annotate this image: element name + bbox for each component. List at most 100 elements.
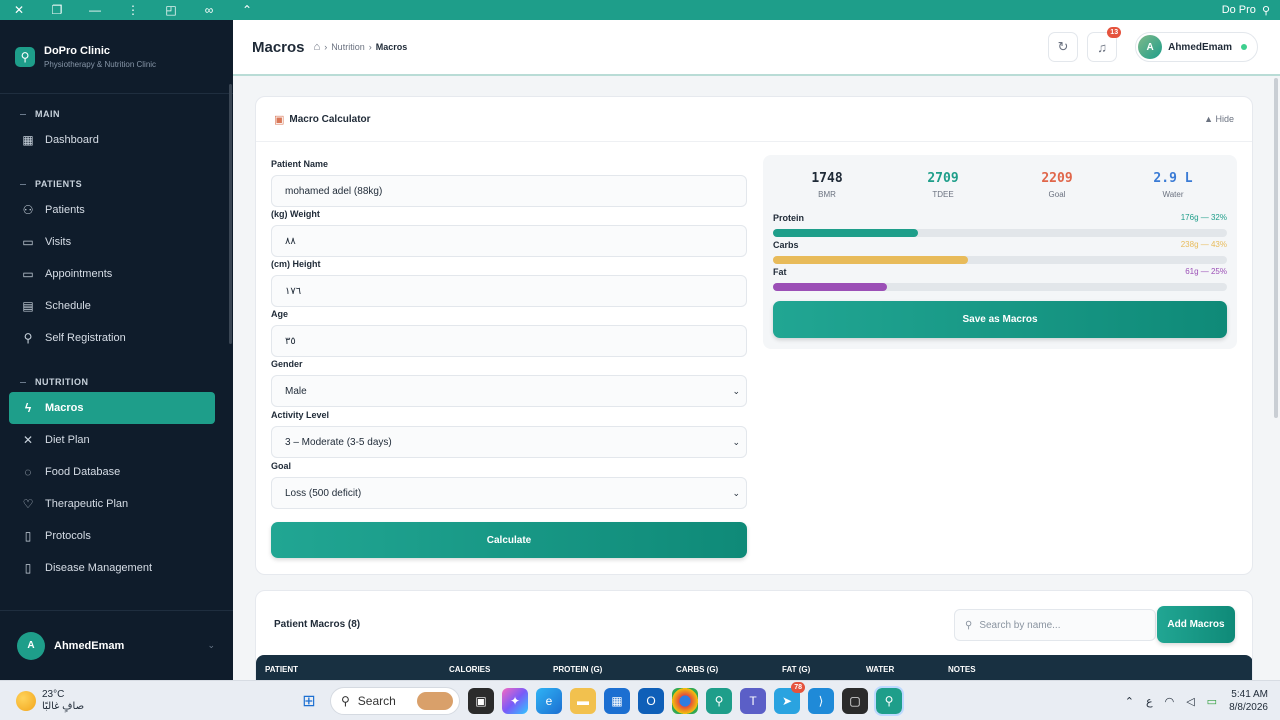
sidebar-item-therapeutic-plan[interactable]: ♡ Therapeutic Plan bbox=[0, 488, 233, 520]
chrome-icon[interactable] bbox=[672, 688, 698, 714]
sidebar-item-self-registration[interactable]: ⚲ Self Registration bbox=[0, 322, 233, 354]
wifi-icon[interactable]: ◠ bbox=[1165, 695, 1175, 708]
start-icon[interactable]: ⊞ bbox=[296, 688, 322, 714]
close-icon[interactable]: ✕ bbox=[9, 0, 29, 20]
vscode-icon[interactable]: ⟩ bbox=[808, 688, 834, 714]
user-plus-icon: ⚲ bbox=[23, 331, 33, 345]
weight-input[interactable]: ٨٨ bbox=[271, 225, 747, 257]
bolt-icon: ϟ bbox=[24, 401, 32, 415]
weather-icon bbox=[16, 690, 36, 711]
dopro-active-icon[interactable]: ⚲ bbox=[874, 686, 904, 716]
save-macros-button[interactable]: Save as Macros bbox=[773, 301, 1227, 338]
sidebar-item-food-database[interactable]: ◌ Food Database bbox=[0, 456, 233, 488]
window-title: Do Pro bbox=[1221, 4, 1256, 16]
battery-icon[interactable]: ▭ bbox=[1207, 695, 1217, 708]
section-patients: PATIENTS bbox=[0, 174, 233, 194]
col-carbs[interactable]: CARBS (G) bbox=[676, 665, 718, 674]
col-notes[interactable]: NOTES bbox=[948, 665, 976, 674]
age-input[interactable]: ٣٥ bbox=[271, 325, 747, 357]
system-tray: ⌃ ع ◠ ◁ ▭ 5:41 AM 8/8/2026 bbox=[1125, 681, 1268, 720]
file-explorer-icon[interactable]: ▬ bbox=[570, 688, 596, 714]
patient-macros-title: Patient Macros (8) bbox=[274, 619, 361, 630]
patient-name-input[interactable]: mohamed adel (88kg) bbox=[271, 175, 747, 207]
store-icon[interactable]: ▦ bbox=[604, 688, 630, 714]
hide-toggle[interactable]: ▲ Hide bbox=[1204, 114, 1234, 124]
volume-icon[interactable]: ◁ bbox=[1186, 695, 1194, 708]
height-input[interactable]: ١٧٦ bbox=[271, 275, 747, 307]
sidebar-item-protocols[interactable]: ▯ Protocols bbox=[0, 520, 233, 552]
sidebar-item-visits[interactable]: ▭ Visits bbox=[0, 226, 233, 258]
glasses-icon[interactable]: ∞ bbox=[199, 0, 219, 20]
breadcrumb: ⌂ › Nutrition › Macros bbox=[313, 41, 408, 53]
clock[interactable]: 5:41 AM 8/8/2026 bbox=[1229, 688, 1268, 714]
chevron-down-icon: ⌄ bbox=[732, 487, 740, 498]
avatar: A bbox=[17, 631, 45, 660]
language-indicator[interactable]: ع bbox=[1146, 695, 1153, 708]
brand-name: DoPro Clinic bbox=[44, 44, 111, 57]
macro-bar-fat: Fat 61g — 25% bbox=[773, 267, 1227, 291]
chevron-up-icon[interactable]: ⌃ bbox=[1125, 695, 1134, 708]
terminal-icon[interactable]: ▢ bbox=[842, 688, 868, 714]
col-patient[interactable]: PATIENT bbox=[265, 665, 298, 674]
restore-icon[interactable]: ❐ bbox=[47, 0, 67, 20]
table-header: PATIENT CALORIES PROTEIN (G) CARBS (G) F… bbox=[256, 655, 1252, 680]
sidebar-item-patients[interactable]: ⚇ Patients bbox=[0, 194, 233, 226]
teams-icon[interactable]: T bbox=[740, 688, 766, 714]
macro-calculator-card: ▣ Macro Calculator ▲ Hide Patient Name m… bbox=[255, 96, 1253, 575]
patient-macros-card: Patient Macros (8) ⚲ Search by name... A… bbox=[255, 590, 1253, 680]
breadcrumb-nutrition[interactable]: Nutrition bbox=[331, 42, 365, 52]
carbs-fill bbox=[773, 256, 969, 264]
sidebar-item-diet-plan[interactable]: ✕ Diet Plan bbox=[0, 424, 233, 456]
age-label: Age bbox=[271, 309, 289, 319]
col-calories[interactable]: CALORIES bbox=[449, 665, 490, 674]
activity-select[interactable]: 3 – Moderate (3-5 days) ⌄ bbox=[271, 426, 747, 458]
sidebar-item-macros[interactable]: ϟ Macros bbox=[9, 392, 215, 424]
stat-water: 2.9 L Water bbox=[1153, 171, 1193, 199]
results-panel: 1748 BMR 2709 TDEE 2209 Goal 2.9 L Water… bbox=[763, 155, 1237, 349]
main-content: ▣ Macro Calculator ▲ Hide Patient Name m… bbox=[233, 78, 1280, 680]
refresh-button[interactable]: ↻ bbox=[1048, 32, 1079, 62]
macro-bar-protein: Protein 176g — 32% bbox=[773, 213, 1227, 237]
telegram-icon[interactable]: ➤ 78 bbox=[774, 682, 805, 714]
dashboard-icon: ▦ bbox=[22, 133, 34, 147]
sidebar-item-appointments[interactable]: ▭ Appointments bbox=[0, 258, 233, 290]
protein-fill bbox=[773, 229, 919, 237]
minimize-icon[interactable]: — bbox=[85, 0, 105, 20]
taskbar: 23°C صافٍ غالبًا ⊞ ⚲ Search ▣ ✦ e ▬ ▦ O … bbox=[0, 680, 1280, 720]
app-logo-icon: ⚲ bbox=[1261, 4, 1270, 17]
calculate-button[interactable]: Calculate bbox=[271, 522, 747, 558]
activity-label: Activity Level bbox=[271, 410, 330, 420]
brand-subtitle: Physiotherapy & Nutrition Clinic bbox=[44, 59, 157, 69]
sidebar-item-schedule[interactable]: ▤ Schedule bbox=[0, 290, 233, 322]
calendar-check-icon: ▭ bbox=[22, 267, 34, 281]
stat-tdee: 2709 TDEE bbox=[927, 171, 959, 199]
col-water[interactable]: WATER bbox=[866, 665, 894, 674]
search-input[interactable]: ⚲ Search by name... bbox=[954, 609, 1156, 641]
utensils-icon: ✕ bbox=[22, 433, 34, 447]
more-icon[interactable]: ⋮ bbox=[123, 0, 143, 20]
user-menu[interactable]: A AhmedEmam bbox=[1135, 32, 1258, 62]
sidebar-item-disease-management[interactable]: ▯ Disease Management bbox=[0, 552, 233, 584]
goal-select[interactable]: Loss (500 deficit) ⌄ bbox=[271, 477, 747, 509]
task-view-icon[interactable]: ▣ bbox=[468, 688, 494, 714]
home-icon[interactable]: ⌂ bbox=[314, 41, 321, 53]
dopro-icon[interactable]: ⚲ bbox=[706, 688, 732, 714]
title-bar: ✕ ❐ — ⋮ ◰ ∞ ⌃ Do Pro ⚲ bbox=[0, 0, 1280, 20]
add-macros-button[interactable]: Add Macros bbox=[1157, 606, 1235, 643]
gender-select[interactable]: Male ⌄ bbox=[271, 375, 747, 407]
sidebar-scrollbar[interactable] bbox=[229, 84, 232, 344]
outlook-icon[interactable]: O bbox=[638, 688, 664, 714]
main-scrollbar[interactable] bbox=[1274, 78, 1278, 418]
copilot-icon[interactable]: ✦ bbox=[502, 688, 528, 714]
taskbar-search[interactable]: ⚲ Search bbox=[330, 687, 460, 715]
extension-icon[interactable]: ◰ bbox=[161, 0, 181, 20]
edge-icon[interactable]: e bbox=[536, 688, 562, 714]
sidebar-user[interactable]: A AhmedEmam ⌄ bbox=[0, 610, 233, 680]
weather-widget[interactable]: 23°C صافٍ غالبًا bbox=[16, 689, 84, 713]
sidebar-item-dashboard[interactable]: ▦ Dashboard bbox=[0, 124, 233, 156]
chevron-down-icon: ⌄ bbox=[207, 640, 215, 650]
chevron-up-icon[interactable]: ⌃ bbox=[237, 0, 257, 20]
col-protein[interactable]: PROTEIN (G) bbox=[553, 665, 602, 674]
notifications-button[interactable]: ♫ 13 bbox=[1087, 27, 1122, 62]
col-fat[interactable]: FAT (G) bbox=[782, 665, 810, 674]
